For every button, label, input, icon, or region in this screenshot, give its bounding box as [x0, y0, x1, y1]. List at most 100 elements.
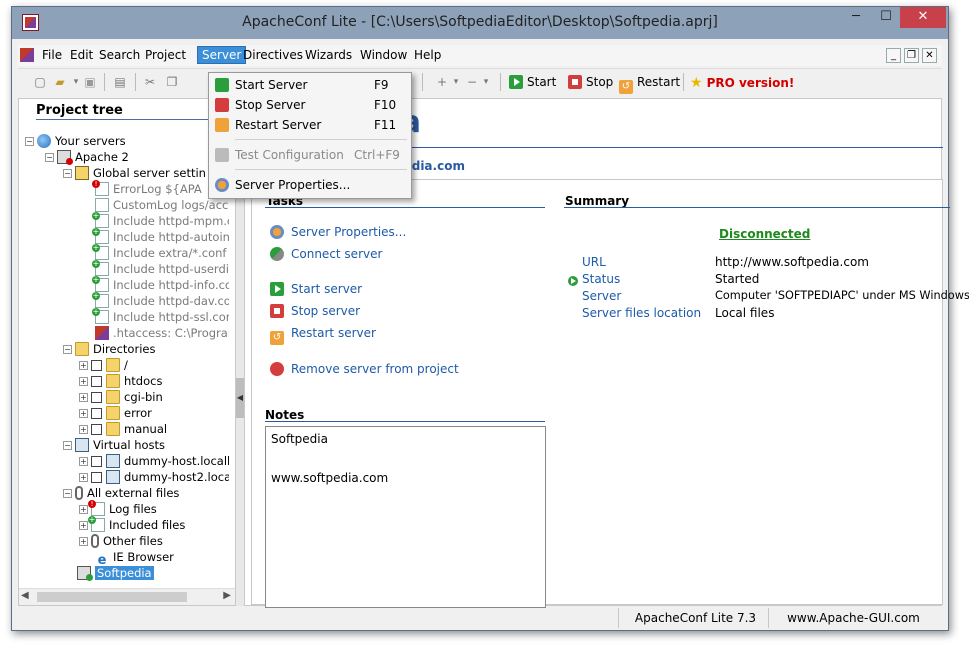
menu-search[interactable]: Search	[95, 47, 144, 63]
tree-node-include-userdir[interactable]: Include httpd-userdir.	[92, 260, 229, 277]
expand-icon[interactable]: +	[79, 377, 88, 386]
tree-node-dir-error[interactable]: + error	[79, 405, 152, 421]
save-icon[interactable]: ▣	[82, 74, 98, 90]
pro-version-button[interactable]: ★ PRO version!	[690, 75, 794, 91]
notes-textarea[interactable]: Softpedia www.softpedia.com	[265, 426, 546, 608]
menu-window[interactable]: Window	[356, 47, 411, 63]
tree-node-include-autoindex[interactable]: Include httpd-autoinde	[92, 228, 229, 245]
menu-directives[interactable]: Directives	[239, 47, 307, 63]
mdi-close-button[interactable]: ✕	[922, 48, 937, 63]
scrollbar-thumb[interactable]	[37, 592, 187, 602]
tree-node-dir-root[interactable]: + /	[79, 357, 128, 373]
checkbox[interactable]	[91, 456, 102, 467]
menu-project[interactable]: Project	[141, 47, 190, 63]
tree-node-your-servers[interactable]: − Your servers	[25, 133, 126, 149]
tree-node-include-mpm[interactable]: Include httpd-mpm.con	[92, 212, 229, 229]
menu-item-server-properties[interactable]: Server Properties...	[209, 175, 411, 195]
checkbox[interactable]	[91, 376, 102, 387]
expand-icon[interactable]: +	[79, 393, 88, 402]
tree-node-external-files[interactable]: − All external files	[63, 485, 179, 501]
task-connect-server[interactable]: Connect server	[270, 247, 382, 261]
title-bar[interactable]: ApacheConf Lite - [C:\Users\SoftpediaEdi…	[12, 7, 948, 39]
mdi-restore-button[interactable]: ❐	[904, 48, 919, 63]
tree-node-dir-cgibin[interactable]: + cgi-bin	[79, 389, 163, 405]
task-stop-server[interactable]: Stop server	[270, 304, 360, 318]
tree-node-vhost-1[interactable]: + dummy-host.localh	[79, 453, 229, 469]
new-file-icon[interactable]: ▢	[32, 74, 48, 90]
menu-item-stop-server[interactable]: Stop Server F10	[209, 95, 411, 115]
tree-node-dir-htdocs[interactable]: + htdocs	[79, 373, 162, 389]
remove-dropdown-icon[interactable]: ▾	[478, 74, 494, 90]
mdi-minimize-button[interactable]: _	[886, 48, 901, 63]
expand-icon[interactable]: +	[79, 473, 88, 482]
toolbar-stop-button[interactable]: Stop	[568, 75, 613, 89]
collapse-icon[interactable]: −	[63, 489, 72, 498]
cut-icon[interactable]: ✂	[142, 74, 158, 90]
collapse-icon[interactable]: −	[45, 153, 54, 162]
tree-label: /	[124, 358, 128, 372]
tree-node-ie-browser[interactable]: e IE Browser	[95, 549, 174, 568]
menu-item-test-configuration[interactable]: Test Configuration Ctrl+F9	[209, 145, 411, 165]
collapse-icon[interactable]: −	[25, 137, 34, 146]
tree-node-include-extra[interactable]: Include extra/*.conf	[92, 244, 226, 261]
expand-icon[interactable]: +	[79, 425, 88, 434]
tree-node-apache2[interactable]: − Apache 2	[45, 149, 129, 165]
task-remove-server[interactable]: Remove server from project	[270, 362, 459, 376]
menu-help[interactable]: Help	[410, 47, 445, 63]
checkbox[interactable]	[91, 472, 102, 483]
checkbox[interactable]	[91, 392, 102, 403]
tree-node-include-dav[interactable]: Include httpd-dav.conf	[92, 292, 229, 309]
tree-node-other-files[interactable]: + Other files	[79, 533, 163, 549]
maximize-button[interactable]: ☐	[872, 7, 900, 28]
tree-node-htaccess[interactable]: .htaccess: C:\Program	[95, 325, 229, 341]
menu-item-restart-server[interactable]: Restart Server F11	[209, 115, 411, 135]
summary-header: Summary	[565, 194, 630, 208]
tree-node-include-ssl[interactable]: Include httpd-ssl.conf	[92, 308, 229, 325]
tree-node-directories[interactable]: − Directories	[63, 341, 155, 357]
save-all-icon[interactable]: ▤	[112, 74, 128, 90]
tree-node-softpedia[interactable]: Softpedia	[77, 565, 154, 581]
open-folder-icon[interactable]: ▰	[52, 74, 68, 90]
tree-node-included-files[interactable]: + Included files	[79, 516, 185, 533]
connection-status[interactable]: Disconnected	[719, 227, 810, 241]
collapse-icon[interactable]: −	[63, 345, 72, 354]
collapse-icon[interactable]: −	[63, 441, 72, 450]
toolbar-restart-button[interactable]: Restart	[619, 75, 680, 94]
menu-item-start-server[interactable]: Start Server F9	[209, 75, 411, 95]
tree-node-virtual-hosts[interactable]: − Virtual hosts	[63, 437, 165, 453]
checkbox[interactable]	[91, 408, 102, 419]
tree-node-include-info[interactable]: Include httpd-info.con	[92, 276, 229, 293]
expand-icon[interactable]: +	[79, 457, 88, 466]
tree-node-global-settings[interactable]: − Global server settin	[63, 165, 206, 181]
tree-node-vhost-2[interactable]: + dummy-host2.local	[79, 469, 229, 485]
tree-node-customlog[interactable]: CustomLog logs/acces	[95, 197, 229, 213]
expand-icon[interactable]: +	[79, 537, 88, 546]
tree-horizontal-scrollbar[interactable]: ◀ ▶	[19, 588, 235, 605]
scroll-right-icon[interactable]: ▶	[223, 590, 231, 601]
menu-wizards[interactable]: Wizards	[301, 47, 356, 63]
pro-version-label: PRO version!	[706, 76, 795, 90]
tree-node-dir-manual[interactable]: + manual	[79, 421, 167, 437]
include-doc-icon	[92, 228, 109, 244]
expand-icon[interactable]: +	[79, 521, 88, 530]
menu-edit[interactable]: Edit	[66, 47, 97, 63]
expand-icon[interactable]: +	[79, 361, 88, 370]
collapse-icon[interactable]: −	[63, 169, 72, 178]
add-dropdown-icon[interactable]: ▾	[448, 74, 464, 90]
task-start-server[interactable]: Start server	[270, 282, 362, 296]
tree-node-errorlog[interactable]: ErrorLog ${APA	[92, 180, 202, 197]
toolbar-start-button[interactable]: Start	[509, 75, 556, 89]
copy-icon[interactable]: ❐	[164, 74, 180, 90]
menu-file[interactable]: File	[38, 47, 66, 63]
scroll-left-icon[interactable]: ◀	[21, 590, 29, 601]
collapse-panel-icon[interactable]: ◀	[236, 378, 244, 418]
checkbox[interactable]	[91, 424, 102, 435]
task-server-properties[interactable]: Server Properties...	[270, 225, 406, 239]
minimize-button[interactable]: ─	[842, 7, 870, 28]
expand-icon[interactable]: +	[79, 505, 88, 514]
close-button[interactable]: ✕	[900, 7, 946, 28]
document-icon[interactable]	[20, 48, 34, 62]
task-restart-server[interactable]: Restart server	[270, 326, 376, 345]
checkbox[interactable]	[91, 360, 102, 371]
expand-icon[interactable]: +	[79, 409, 88, 418]
